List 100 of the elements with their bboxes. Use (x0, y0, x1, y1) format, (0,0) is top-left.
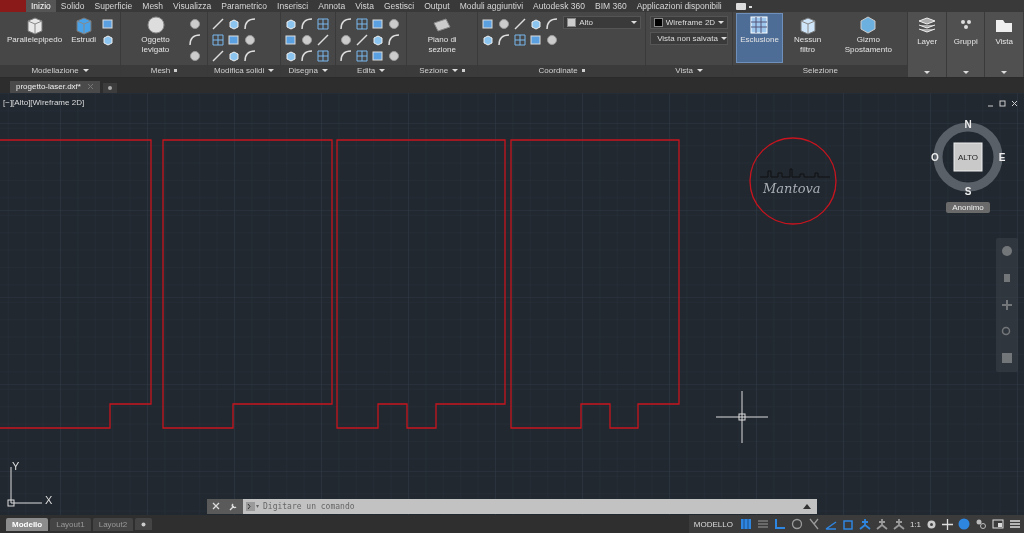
ribbon-tab[interactable]: Parametrico (216, 0, 273, 12)
line-icon[interactable] (317, 34, 330, 46)
camera-icon[interactable] (734, 1, 753, 11)
ribbon-button[interactable]: Piano di sezione (411, 14, 474, 62)
arc-icon[interactable] (388, 34, 401, 46)
circle-icon[interactable] (243, 34, 256, 46)
panel-title[interactable]: Modifica solidi (207, 64, 281, 77)
caret-icon[interactable] (379, 69, 386, 73)
ribbon-tab[interactable]: Output (419, 0, 455, 12)
grid-icon[interactable] (514, 34, 527, 46)
arc-icon[interactable] (340, 18, 353, 30)
grid-icon[interactable] (356, 50, 369, 62)
ucs-menu[interactable]: Anonimo (946, 201, 990, 213)
ribbon-button[interactable]: Esclusione (737, 14, 782, 62)
layout-tab[interactable]: Layout2 (92, 517, 134, 531)
iso-toggle-icon[interactable] (807, 518, 820, 530)
line-icon[interactable] (514, 18, 527, 30)
ribbon-tab[interactable]: BIM 360 (590, 0, 632, 12)
ribbon-tab[interactable]: Autodesk 360 (528, 0, 590, 12)
ribbon-button[interactable]: Nessun filtro (784, 14, 831, 62)
panel-title[interactable]: Selezione (733, 64, 908, 77)
navigation-bar[interactable] (996, 237, 1018, 372)
command-input[interactable]: Digitare un comando (263, 501, 800, 511)
launcher-icon[interactable] (581, 69, 585, 73)
grid-icon[interactable] (317, 18, 330, 30)
annot-toggle-icon[interactable] (858, 518, 871, 530)
workspace-icon[interactable] (975, 518, 987, 530)
launcher-icon[interactable] (174, 69, 178, 73)
arc-icon[interactable] (301, 18, 314, 30)
line-icon[interactable] (356, 34, 369, 46)
circle-icon[interactable] (388, 50, 401, 62)
caret-icon[interactable] (82, 69, 89, 73)
ribbon-tab[interactable]: Mesh (137, 0, 169, 12)
dynucs-toggle-icon[interactable] (824, 518, 837, 530)
ribbon-button[interactable]: Estrudi (68, 14, 100, 62)
layout-tab[interactable]: Layout1 (50, 517, 91, 531)
caret-icon[interactable] (452, 69, 459, 73)
ribbon-tab[interactable]: Vista (350, 0, 379, 12)
square-icon[interactable] (285, 34, 298, 46)
model-space-button[interactable]: MODELLO (691, 519, 735, 529)
ribbon-button[interactable]: Parallelepipedo (4, 14, 66, 62)
panel-title[interactable]: Coordinate (478, 64, 646, 77)
dropdown-field[interactable]: Wireframe 2D (650, 16, 729, 29)
arc-icon[interactable] (546, 18, 559, 30)
dropdown-field[interactable]: Alto (563, 16, 642, 29)
file-tab[interactable]: progetto-laser.dxf* (10, 80, 100, 93)
expand-icon[interactable] (803, 503, 811, 510)
prompt-icon[interactable] (246, 501, 260, 511)
close-icon[interactable] (1011, 99, 1018, 107)
square-icon[interactable] (372, 50, 385, 62)
arc-icon[interactable] (498, 34, 511, 46)
grid-icon[interactable] (317, 50, 330, 62)
snap-toggle-icon[interactable] (756, 518, 769, 530)
viewport-controls[interactable]: [−][Alto][Wireframe 2D] (3, 97, 85, 107)
arc-icon[interactable] (301, 50, 314, 62)
annot-toggle-icon[interactable] (875, 518, 888, 530)
circle-icon[interactable] (546, 34, 559, 46)
square-icon[interactable] (372, 18, 385, 30)
grid-icon[interactable] (356, 18, 369, 30)
panel-title[interactable]: Modellazione (0, 64, 121, 77)
ribbon-tab[interactable]: Inizio (26, 0, 56, 12)
annot-toggle-icon[interactable] (892, 518, 905, 530)
ribbon-tab[interactable]: Gestisci (378, 0, 420, 12)
arc-icon[interactable] (243, 50, 256, 62)
circle-icon[interactable] (301, 34, 314, 46)
ortho-toggle-icon[interactable] (773, 518, 786, 530)
isolate-icon[interactable] (958, 518, 970, 530)
compass-label[interactable]: N (964, 118, 972, 130)
arc-icon[interactable] (188, 34, 201, 46)
caret-icon[interactable] (321, 69, 328, 73)
panel-title[interactable]: Disegna (281, 64, 336, 77)
ribbon-button[interactable]: Gizmo Spostamento (833, 14, 904, 62)
annotation-scale[interactable]: 1:1 (909, 519, 921, 529)
dropdown-field[interactable]: Vista non salvata (650, 32, 729, 45)
panel-title[interactable]: Sezione (407, 64, 478, 77)
square-icon[interactable] (227, 34, 240, 46)
panel-title[interactable]: Edita (336, 64, 407, 77)
panel-title[interactable]: Mesh (121, 64, 207, 77)
collapsed-panel-button[interactable]: Layer (908, 12, 947, 77)
grid-toggle-icon[interactable] (739, 518, 752, 530)
collapsed-panel-button[interactable]: Vista (985, 12, 1024, 77)
ribbon-tab[interactable]: Superficie (89, 0, 138, 12)
ribbon-tab[interactable]: Annota (313, 0, 351, 12)
ribbon-tab[interactable]: Inserisci (272, 0, 314, 12)
new-layout-button[interactable] (135, 518, 153, 530)
compass-label[interactable]: O (931, 151, 939, 163)
menu-icon[interactable] (1009, 518, 1021, 530)
circle-icon[interactable] (188, 50, 201, 62)
restore-icon[interactable] (999, 99, 1006, 107)
arc-icon[interactable] (340, 50, 353, 62)
square-icon[interactable] (530, 34, 543, 46)
plus-icon[interactable] (942, 518, 953, 530)
panel-title[interactable]: Vista (646, 64, 733, 77)
wrench-icon[interactable] (229, 501, 239, 511)
compass-label[interactable]: E (998, 151, 1006, 163)
collapsed-panel-button[interactable]: Gruppi (946, 12, 986, 77)
square-icon[interactable] (102, 18, 115, 30)
grid-icon[interactable] (211, 34, 224, 46)
launcher-icon[interactable] (462, 69, 466, 73)
ribbon-tab[interactable]: Visualizza (168, 0, 217, 12)
